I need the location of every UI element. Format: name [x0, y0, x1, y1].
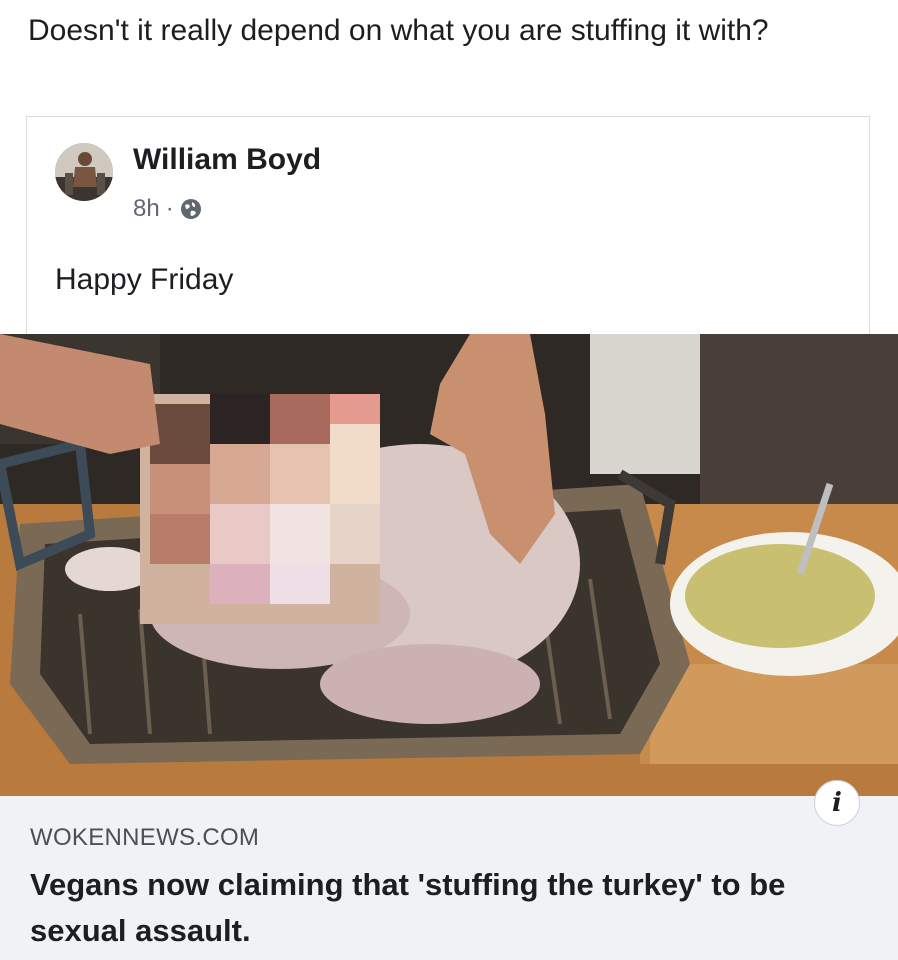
info-icon[interactable]: i	[814, 780, 860, 826]
top-caption: Doesn't it really depend on what you are…	[28, 14, 769, 47]
author-name[interactable]: William Boyd	[133, 143, 321, 177]
meta-separator: ·	[165, 195, 174, 222]
post-meta: 8h ·	[133, 195, 202, 223]
link-preview[interactable]: WOKENNEWS.COM Vegans now claiming that '…	[0, 796, 898, 960]
post-text: Happy Friday	[55, 263, 234, 296]
globe-icon	[180, 198, 202, 220]
avatar[interactable]	[55, 143, 113, 201]
link-domain: WOKENNEWS.COM	[30, 824, 260, 851]
post-time[interactable]: 8h	[133, 195, 160, 223]
link-title[interactable]: Vegans now claiming that 'stuffing the t…	[30, 862, 880, 954]
post-photo[interactable]	[0, 334, 898, 796]
post-card: William Boyd 8h · Happy Friday	[26, 116, 870, 334]
